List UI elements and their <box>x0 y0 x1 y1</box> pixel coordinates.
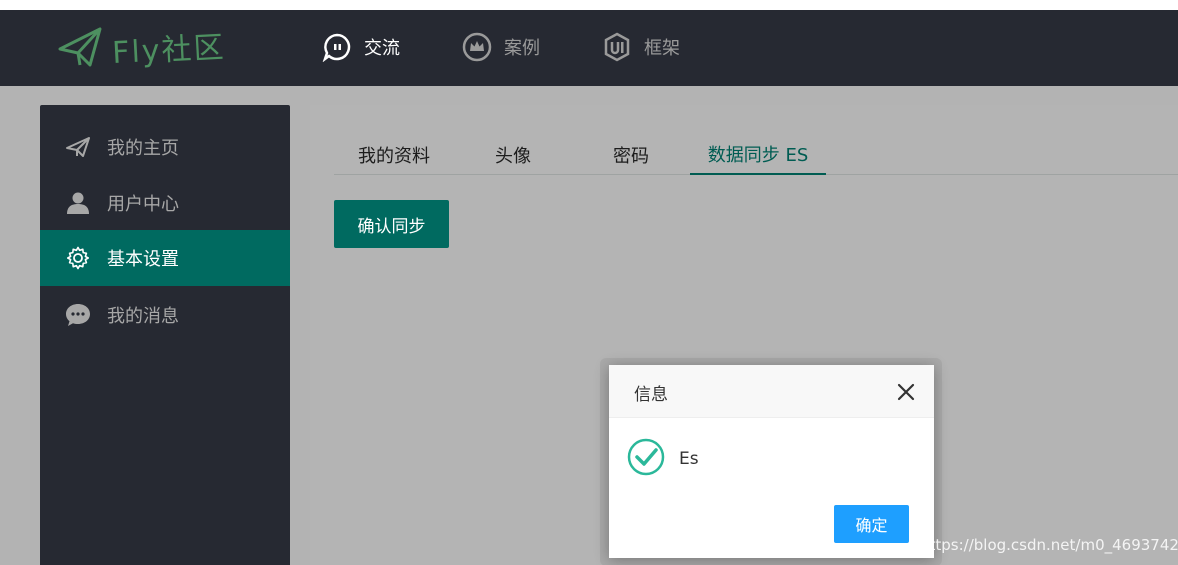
paper-plane-icon <box>64 133 92 161</box>
top-strip <box>0 0 1178 10</box>
logo-text: Fly社区 <box>111 30 227 71</box>
confirm-sync-button[interactable]: 确认同步 <box>334 200 449 248</box>
dialog-title: 信息 <box>634 385 668 405</box>
ui-icon <box>602 32 632 62</box>
tab-avatar[interactable]: 头像 <box>454 135 572 175</box>
sidebar-item-settings[interactable]: 基本设置 <box>40 230 290 286</box>
sidebar-item-user-center[interactable]: 用户中心 <box>40 175 290 231</box>
ok-button[interactable]: 确定 <box>834 505 909 543</box>
tab-profile[interactable]: 我的资料 <box>334 135 454 175</box>
dialog-header: 信息 <box>609 365 934 418</box>
nav-item-chat[interactable]: 交流 <box>322 32 400 62</box>
user-icon <box>64 189 92 217</box>
tab-bar: 我的资料 头像 密码 数据同步 ES <box>334 135 1178 175</box>
sidebar-item-label: 我的消息 <box>107 306 179 327</box>
top-nav: 交流 案例 框架 <box>322 32 742 62</box>
nav-item-framework[interactable]: 框架 <box>602 32 680 62</box>
nav-item-cases[interactable]: 案例 <box>462 32 540 62</box>
nav-label: 框架 <box>644 38 680 59</box>
paper-plane-logo-icon <box>58 27 102 67</box>
top-header: Fly社区 交流 案例 框架 <box>0 10 1178 86</box>
chat-icon <box>322 32 352 62</box>
dialog-body: Es <box>627 438 699 480</box>
sidebar-item-home[interactable]: 我的主页 <box>40 119 290 175</box>
sidebar-item-label: 我的主页 <box>107 138 179 159</box>
watermark: https://blog.csdn.net/m0_46937429 <box>920 536 1178 554</box>
sidebar-item-label: 基本设置 <box>107 249 179 270</box>
dialog-message: Es <box>679 449 699 469</box>
message-icon <box>64 301 92 329</box>
close-icon[interactable] <box>896 382 916 402</box>
sidebar-item-label: 用户中心 <box>107 194 179 215</box>
info-dialog: 信息 Es 确定 <box>609 365 934 558</box>
nav-label: 交流 <box>364 38 400 59</box>
logo[interactable]: Fly社区 <box>56 24 227 71</box>
sidebar: 我的主页 用户中心 基本设置 我的消息 <box>40 105 290 565</box>
tab-data-sync-es[interactable]: 数据同步 ES <box>690 135 826 175</box>
nav-label: 案例 <box>504 38 540 59</box>
tab-password[interactable]: 密码 <box>572 135 690 175</box>
gear-icon <box>64 244 92 272</box>
sidebar-item-messages[interactable]: 我的消息 <box>40 287 290 343</box>
success-check-icon <box>627 438 665 480</box>
crown-icon <box>462 32 492 62</box>
